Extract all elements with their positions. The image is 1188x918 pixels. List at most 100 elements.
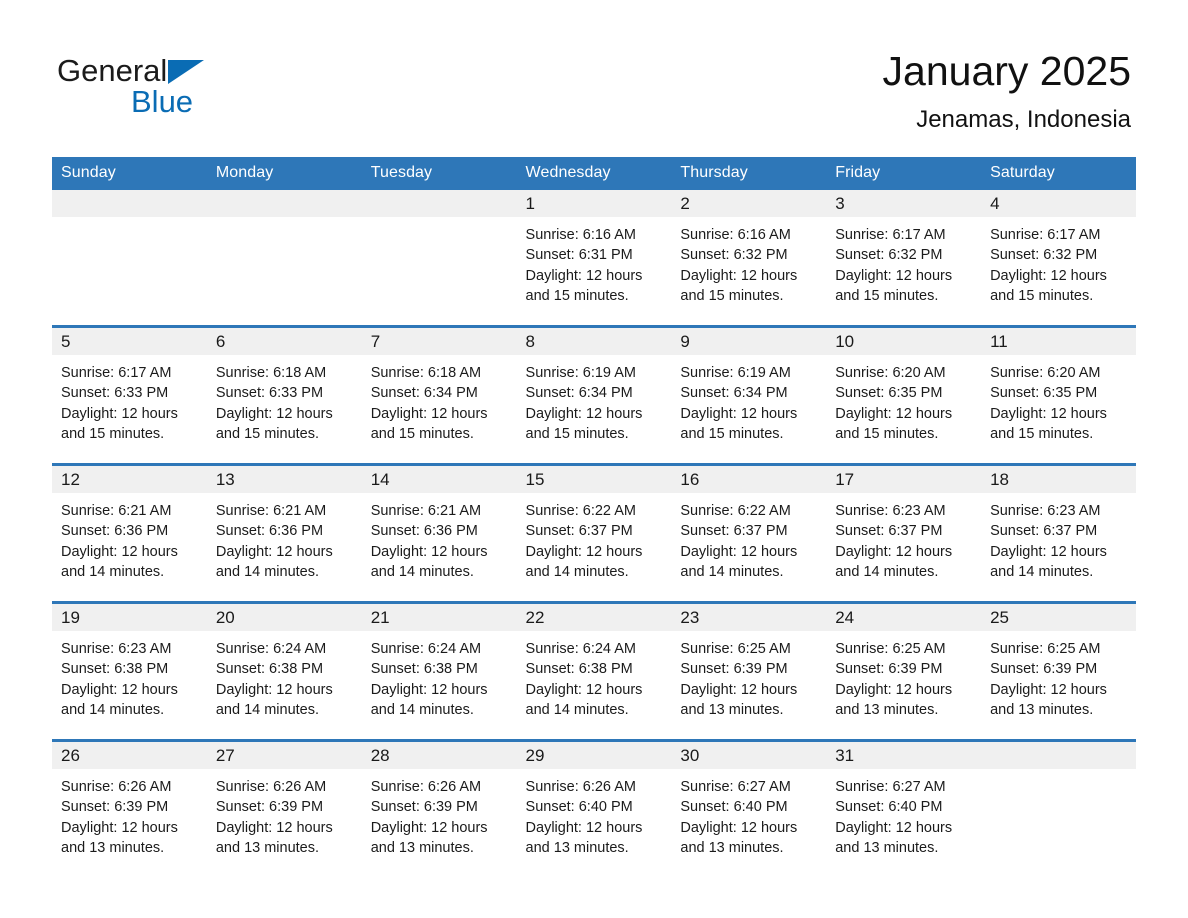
- calendar-day-cell[interactable]: 15 Sunrise: 6:22 AM Sunset: 6:37 PM Dayligh…: [516, 463, 672, 603]
- day-details: Sunrise: 6:27 AM Sunset: 6:40 PM Daylight:…: [826, 769, 981, 858]
- calendar-day-cell[interactable]: 8 Sunrise: 6:19 AM Sunset: 6:34 PM Daylight…: [516, 325, 672, 465]
- calendar-day-cell-empty: [981, 739, 1136, 877]
- day-number: [206, 190, 362, 217]
- day-number: 31: [826, 742, 982, 769]
- calendar-day-cell[interactable]: 23 Sunrise: 6:25 AM Sunset: 6:39 PM Dayligh…: [671, 601, 827, 741]
- calendar-day-cell[interactable]: 22 Sunrise: 6:24 AM Sunset: 6:38 PM Dayligh…: [516, 601, 672, 741]
- sunset-text: Sunset: 6:37 PM: [990, 523, 1098, 540]
- day-details: Sunrise: 6:19 AM Sunset: 6:34 PM Daylight:…: [517, 355, 672, 444]
- calendar-day-cell[interactable]: 10 Sunrise: 6:20 AM Sunset: 6:35 PM Dayligh…: [826, 325, 982, 465]
- sunset-text: Sunset: 6:38 PM: [370, 661, 478, 678]
- sunrise-text: Sunrise: 6:23 AM: [61, 641, 172, 657]
- calendar-day-cell[interactable]: 12 Sunrise: 6:21 AM Sunset: 6:36 PM Dayligh…: [52, 463, 207, 603]
- calendar-day-cell[interactable]: 17 Sunrise: 6:23 AM Sunset: 6:37 PM Dayligh…: [826, 463, 982, 603]
- sunrise-text: Sunrise: 6:17 AM: [835, 227, 946, 243]
- calendar-day-cell[interactable]: 16 Sunrise: 6:22 AM Sunset: 6:37 PM Dayligh…: [671, 463, 827, 603]
- calendar-day-cell[interactable]: 28 Sunrise: 6:26 AM Sunset: 6:39 PM Dayligh…: [361, 739, 517, 877]
- calendar-day-cell[interactable]: 3 Sunrise: 6:17 AM Sunset: 6:32 PM Daylight…: [826, 190, 982, 327]
- daylight-text: Daylight: 12 hours and 13 minutes.: [990, 681, 1107, 718]
- day-number: [361, 190, 517, 217]
- day-details: Sunrise: 6:17 AM Sunset: 6:32 PM Daylight:…: [981, 217, 1136, 306]
- calendar-day-cell[interactable]: 29 Sunrise: 6:26 AM Sunset: 6:40 PM Dayligh…: [516, 739, 672, 877]
- weekday-header-monday: Monday: [206, 157, 362, 190]
- day-details: Sunrise: 6:17 AM Sunset: 6:32 PM Daylight:…: [826, 217, 981, 306]
- daylight-text: Daylight: 12 hours and 13 minutes.: [61, 819, 178, 856]
- day-details: Sunrise: 6:24 AM Sunset: 6:38 PM Daylight:…: [517, 631, 672, 720]
- calendar-day-cell[interactable]: 26 Sunrise: 6:26 AM Sunset: 6:39 PM Dayligh…: [52, 739, 207, 877]
- sunrise-text: Sunrise: 6:25 AM: [990, 641, 1101, 657]
- day-number: 11: [981, 328, 1136, 355]
- calendar-day-cell[interactable]: 2 Sunrise: 6:16 AM Sunset: 6:32 PM Daylight…: [671, 190, 827, 327]
- day-details: Sunrise: 6:25 AM Sunset: 6:39 PM Daylight:…: [981, 631, 1136, 720]
- sunset-text: Sunset: 6:34 PM: [680, 385, 788, 402]
- calendar-day-cell[interactable]: 4 Sunrise: 6:17 AM Sunset: 6:32 PM Daylight…: [981, 190, 1136, 327]
- day-details: Sunrise: 6:20 AM Sunset: 6:35 PM Daylight:…: [981, 355, 1136, 444]
- calendar-day-cell[interactable]: 1 Sunrise: 6:16 AM Sunset: 6:31 PM Daylight…: [516, 190, 672, 327]
- sunset-text: Sunset: 6:36 PM: [61, 523, 169, 540]
- calendar-day-cell[interactable]: 20 Sunrise: 6:24 AM Sunset: 6:38 PM Dayligh…: [206, 601, 362, 741]
- calendar-day-cell[interactable]: 30 Sunrise: 6:27 AM Sunset: 6:40 PM Dayligh…: [671, 739, 827, 877]
- calendar-day-cell[interactable]: 5 Sunrise: 6:17 AM Sunset: 6:33 PM Daylight…: [52, 325, 207, 465]
- daylight-text: Daylight: 12 hours and 15 minutes.: [990, 267, 1107, 304]
- day-number: 17: [826, 466, 982, 493]
- calendar-week-row: 19 Sunrise: 6:23 AM Sunset: 6:38 PM Dayligh…: [52, 601, 1136, 741]
- calendar-day-cell[interactable]: 11 Sunrise: 6:20 AM Sunset: 6:35 PM Dayligh…: [981, 325, 1136, 465]
- calendar-day-cell[interactable]: 24 Sunrise: 6:25 AM Sunset: 6:39 PM Dayligh…: [826, 601, 982, 741]
- logo-line-two: Blue: [57, 84, 277, 120]
- sunrise-text: Sunrise: 6:22 AM: [680, 503, 791, 519]
- day-details: Sunrise: 6:19 AM Sunset: 6:34 PM Daylight:…: [671, 355, 826, 444]
- calendar-day-cell[interactable]: 25 Sunrise: 6:25 AM Sunset: 6:39 PM Dayligh…: [981, 601, 1136, 741]
- calendar-day-cell[interactable]: 21 Sunrise: 6:24 AM Sunset: 6:38 PM Dayligh…: [361, 601, 517, 741]
- day-number: 3: [826, 190, 982, 217]
- sunset-text: Sunset: 6:34 PM: [370, 385, 478, 402]
- day-number: 16: [671, 466, 827, 493]
- calendar-grid: Sunday Monday Tuesday Wednesday Thursday…: [52, 157, 1136, 877]
- day-details: Sunrise: 6:18 AM Sunset: 6:33 PM Daylight:…: [207, 355, 362, 444]
- weekday-header-friday: Friday: [826, 157, 982, 190]
- general-blue-logo[interactable]: General Blue: [57, 52, 277, 124]
- calendar-day-cell[interactable]: 14 Sunrise: 6:21 AM Sunset: 6:36 PM Dayligh…: [361, 463, 517, 603]
- sunrise-text: Sunrise: 6:16 AM: [525, 227, 636, 243]
- day-number: 5: [52, 328, 207, 355]
- sunset-text: Sunset: 6:37 PM: [680, 523, 788, 540]
- day-number: 15: [516, 466, 672, 493]
- calendar-week-row: 5 Sunrise: 6:17 AM Sunset: 6:33 PM Daylight…: [52, 325, 1136, 465]
- daylight-text: Daylight: 12 hours and 13 minutes.: [680, 819, 798, 856]
- calendar-table: Sunday Monday Tuesday Wednesday Thursday…: [52, 157, 1136, 877]
- calendar-day-cell-empty: [361, 190, 517, 327]
- sunrise-text: Sunrise: 6:22 AM: [525, 503, 636, 519]
- daylight-text: Daylight: 12 hours and 13 minutes.: [525, 819, 643, 856]
- calendar-day-cell[interactable]: 6 Sunrise: 6:18 AM Sunset: 6:33 PM Daylight…: [206, 325, 362, 465]
- calendar-day-cell[interactable]: 7 Sunrise: 6:18 AM Sunset: 6:34 PM Daylight…: [361, 325, 517, 465]
- logo-word-general: General: [57, 53, 168, 88]
- sunset-text: Sunset: 6:36 PM: [370, 523, 478, 540]
- daylight-text: Daylight: 12 hours and 14 minutes.: [835, 543, 953, 580]
- sunrise-text: Sunrise: 6:25 AM: [680, 641, 791, 657]
- day-number: 2: [671, 190, 827, 217]
- sunset-text: Sunset: 6:40 PM: [835, 799, 943, 816]
- calendar-day-cell[interactable]: 31 Sunrise: 6:27 AM Sunset: 6:40 PM Dayligh…: [826, 739, 982, 877]
- sunrise-text: Sunrise: 6:26 AM: [61, 779, 172, 795]
- daylight-text: Daylight: 12 hours and 15 minutes.: [370, 405, 488, 442]
- day-details: Sunrise: 6:22 AM Sunset: 6:37 PM Daylight:…: [671, 493, 826, 582]
- calendar-day-cell[interactable]: 19 Sunrise: 6:23 AM Sunset: 6:38 PM Dayligh…: [52, 601, 207, 741]
- daylight-text: Daylight: 12 hours and 14 minutes.: [370, 681, 488, 718]
- day-number: 25: [981, 604, 1136, 631]
- calendar-day-cell[interactable]: 13 Sunrise: 6:21 AM Sunset: 6:36 PM Dayligh…: [206, 463, 362, 603]
- day-details: Sunrise: 6:23 AM Sunset: 6:37 PM Daylight:…: [981, 493, 1136, 582]
- sunset-text: Sunset: 6:39 PM: [215, 799, 324, 816]
- day-details: Sunrise: 6:16 AM Sunset: 6:32 PM Daylight:…: [671, 217, 826, 306]
- day-details: Sunrise: 6:26 AM Sunset: 6:39 PM Daylight:…: [52, 769, 207, 858]
- calendar-day-cell[interactable]: 9 Sunrise: 6:19 AM Sunset: 6:34 PM Daylight…: [671, 325, 827, 465]
- sunset-text: Sunset: 6:39 PM: [835, 661, 943, 678]
- calendar-day-cell[interactable]: 18 Sunrise: 6:23 AM Sunset: 6:37 PM Dayligh…: [981, 463, 1136, 603]
- day-number: 18: [981, 466, 1136, 493]
- daylight-text: Daylight: 12 hours and 15 minutes.: [835, 267, 953, 304]
- day-details: Sunrise: 6:26 AM Sunset: 6:39 PM Daylight:…: [207, 769, 362, 858]
- page-title: January 2025: [882, 48, 1131, 94]
- calendar-day-cell[interactable]: 27 Sunrise: 6:26 AM Sunset: 6:39 PM Dayligh…: [206, 739, 362, 877]
- weekday-header-sunday: Sunday: [52, 157, 207, 190]
- sunrise-text: Sunrise: 6:20 AM: [990, 365, 1101, 381]
- sunset-text: Sunset: 6:32 PM: [680, 247, 788, 264]
- sunset-text: Sunset: 6:32 PM: [835, 247, 943, 264]
